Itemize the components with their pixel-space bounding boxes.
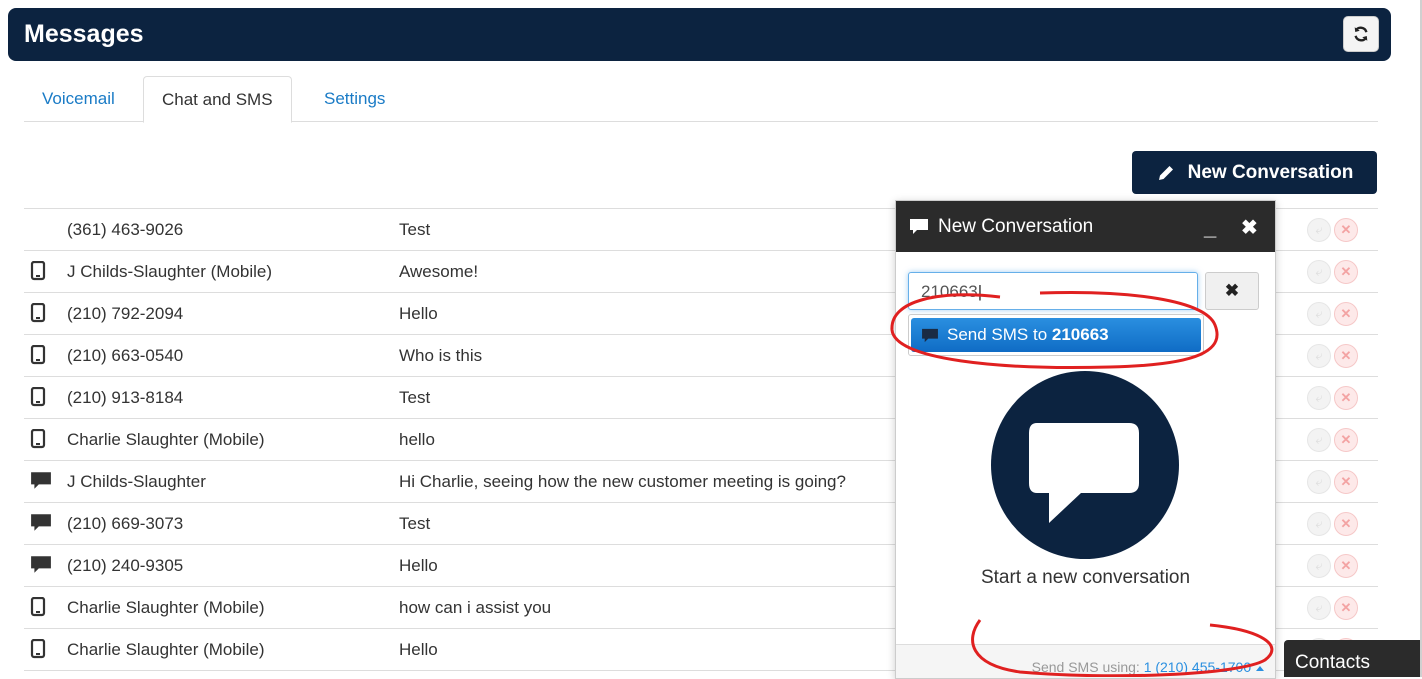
reply-icon[interactable]: ⤶ xyxy=(1307,512,1331,536)
contact-name: (210) 669-3073 xyxy=(67,514,184,533)
empty-state-text: Start a new conversation xyxy=(980,567,1191,588)
reply-icon[interactable]: ⤶ xyxy=(1307,260,1331,284)
contact-name: J Childs-Slaughter xyxy=(67,472,206,491)
contact-name: J Childs-Slaughter (Mobile) xyxy=(67,262,273,281)
row-actions: ⤶✕ xyxy=(1307,512,1358,536)
minimize-button[interactable]: _ xyxy=(1204,217,1216,239)
send-using-number[interactable]: 1 (210) 455-1700 xyxy=(1144,659,1251,675)
mobile-icon xyxy=(30,302,52,325)
contact-name: Charlie Slaughter (Mobile) xyxy=(67,598,265,617)
reply-icon[interactable]: ⤶ xyxy=(1307,386,1331,410)
popup-header: New Conversation _ ✖ xyxy=(896,201,1275,252)
chat-icon xyxy=(910,219,928,234)
messages-header: Messages xyxy=(8,8,1391,61)
new-conversation-popup: New Conversation _ ✖ 210663| ✖ Send SMS … xyxy=(895,200,1276,679)
suggestion-dropdown: Send SMS to 210663 xyxy=(908,314,1204,356)
tab-bar: Voicemail Chat and SMS Settings xyxy=(24,76,1378,123)
row-actions: ⤶✕ xyxy=(1307,344,1358,368)
recipient-search-value: 210663 xyxy=(921,282,978,301)
mobile-icon xyxy=(30,344,52,367)
tab-settings[interactable]: Settings xyxy=(306,76,403,120)
recipient-search-input[interactable]: 210663| xyxy=(908,272,1198,310)
contacts-tab[interactable]: Contacts xyxy=(1284,640,1422,677)
mobile-icon xyxy=(30,428,52,451)
message-preview: Hello xyxy=(399,556,438,575)
reply-icon[interactable]: ⤶ xyxy=(1307,554,1331,578)
contact-name: Charlie Slaughter (Mobile) xyxy=(67,430,265,449)
mobile-icon xyxy=(30,596,52,619)
message-preview: Hello xyxy=(399,640,438,659)
send-sms-suggestion[interactable]: Send SMS to 210663 xyxy=(911,318,1201,352)
contacts-label: Contacts xyxy=(1295,652,1370,673)
contact-name: (210) 240-9305 xyxy=(67,556,184,575)
row-actions: ⤶✕ xyxy=(1307,470,1358,494)
message-preview: Test xyxy=(399,220,431,239)
message-preview: Test xyxy=(399,514,431,533)
delete-icon[interactable]: ✕ xyxy=(1334,302,1358,326)
row-actions: ⤶✕ xyxy=(1307,386,1358,410)
refresh-icon xyxy=(1354,26,1368,42)
message-preview: Hi Charlie, seeing how the new customer … xyxy=(399,472,846,491)
contact-name: Charlie Slaughter (Mobile) xyxy=(67,640,265,659)
message-preview: Hello xyxy=(399,304,438,323)
message-preview: how can i assist you xyxy=(399,598,552,617)
close-icon: ✖ xyxy=(1224,281,1240,300)
contact-name: (210) 663-0540 xyxy=(67,346,184,365)
row-actions: ⤶✕ xyxy=(1307,260,1358,284)
mobile-icon xyxy=(30,638,52,661)
delete-icon[interactable]: ✕ xyxy=(1334,596,1358,620)
reply-icon[interactable]: ⤶ xyxy=(1307,302,1331,326)
close-popup-button[interactable]: ✖ xyxy=(1241,215,1258,240)
suggestion-number: 210663 xyxy=(1051,325,1109,344)
message-preview: Awesome! xyxy=(399,262,479,281)
chat-icon xyxy=(922,328,938,342)
empty-state-illustration xyxy=(991,371,1179,559)
reply-icon[interactable]: ⤶ xyxy=(1307,596,1331,620)
reply-icon[interactable]: ⤶ xyxy=(1307,428,1331,452)
row-actions: ⤶✕ xyxy=(1307,428,1358,452)
delete-icon[interactable]: ✕ xyxy=(1334,512,1358,536)
tab-chat-and-sms[interactable]: Chat and SMS xyxy=(143,76,292,123)
message-preview: Who is this xyxy=(399,346,483,365)
suggestion-prefix: Send SMS to xyxy=(947,325,1052,344)
reply-icon[interactable]: ⤶ xyxy=(1307,470,1331,494)
reply-icon[interactable]: ⤶ xyxy=(1307,218,1331,242)
caret-up-icon[interactable] xyxy=(1255,664,1265,672)
tab-voicemail[interactable]: Voicemail xyxy=(24,76,133,120)
contact-name: (210) 792-2094 xyxy=(67,304,184,323)
delete-icon[interactable]: ✕ xyxy=(1334,344,1358,368)
page-title: Messages xyxy=(24,20,144,48)
mobile-icon xyxy=(30,386,52,409)
row-actions: ⤶✕ xyxy=(1307,554,1358,578)
delete-icon[interactable]: ✕ xyxy=(1334,428,1358,452)
delete-icon[interactable]: ✕ xyxy=(1334,554,1358,578)
reply-icon[interactable]: ⤶ xyxy=(1307,344,1331,368)
message-preview: Test xyxy=(399,388,431,407)
refresh-button[interactable] xyxy=(1343,16,1379,52)
delete-icon[interactable]: ✕ xyxy=(1334,260,1358,284)
popup-footer: Send SMS using: 1 (210) 455-1700 xyxy=(896,644,1275,678)
row-actions: ⤶✕ xyxy=(1307,596,1358,620)
new-conversation-label: New Conversation xyxy=(1187,161,1354,183)
delete-icon[interactable]: ✕ xyxy=(1334,470,1358,494)
mobile-icon xyxy=(30,260,52,283)
delete-icon[interactable]: ✕ xyxy=(1334,218,1358,242)
clear-search-button[interactable]: ✖ xyxy=(1205,272,1259,310)
row-actions: ⤶✕ xyxy=(1307,218,1358,242)
pencil-icon xyxy=(1158,165,1173,180)
popup-title: New Conversation xyxy=(938,216,1094,237)
chat-icon xyxy=(30,471,52,493)
chat-icon xyxy=(30,555,52,577)
send-using-label: Send SMS using: xyxy=(1031,659,1144,675)
message-preview: hello xyxy=(399,430,435,449)
chat-icon xyxy=(30,513,52,535)
contact-name: (210) 913-8184 xyxy=(67,388,184,407)
delete-icon[interactable]: ✕ xyxy=(1334,386,1358,410)
contact-name: (361) 463-9026 xyxy=(67,220,184,239)
chat-bubble-icon xyxy=(1029,423,1139,523)
new-conversation-button[interactable]: New Conversation xyxy=(1132,151,1377,194)
row-actions: ⤶✕ xyxy=(1307,302,1358,326)
